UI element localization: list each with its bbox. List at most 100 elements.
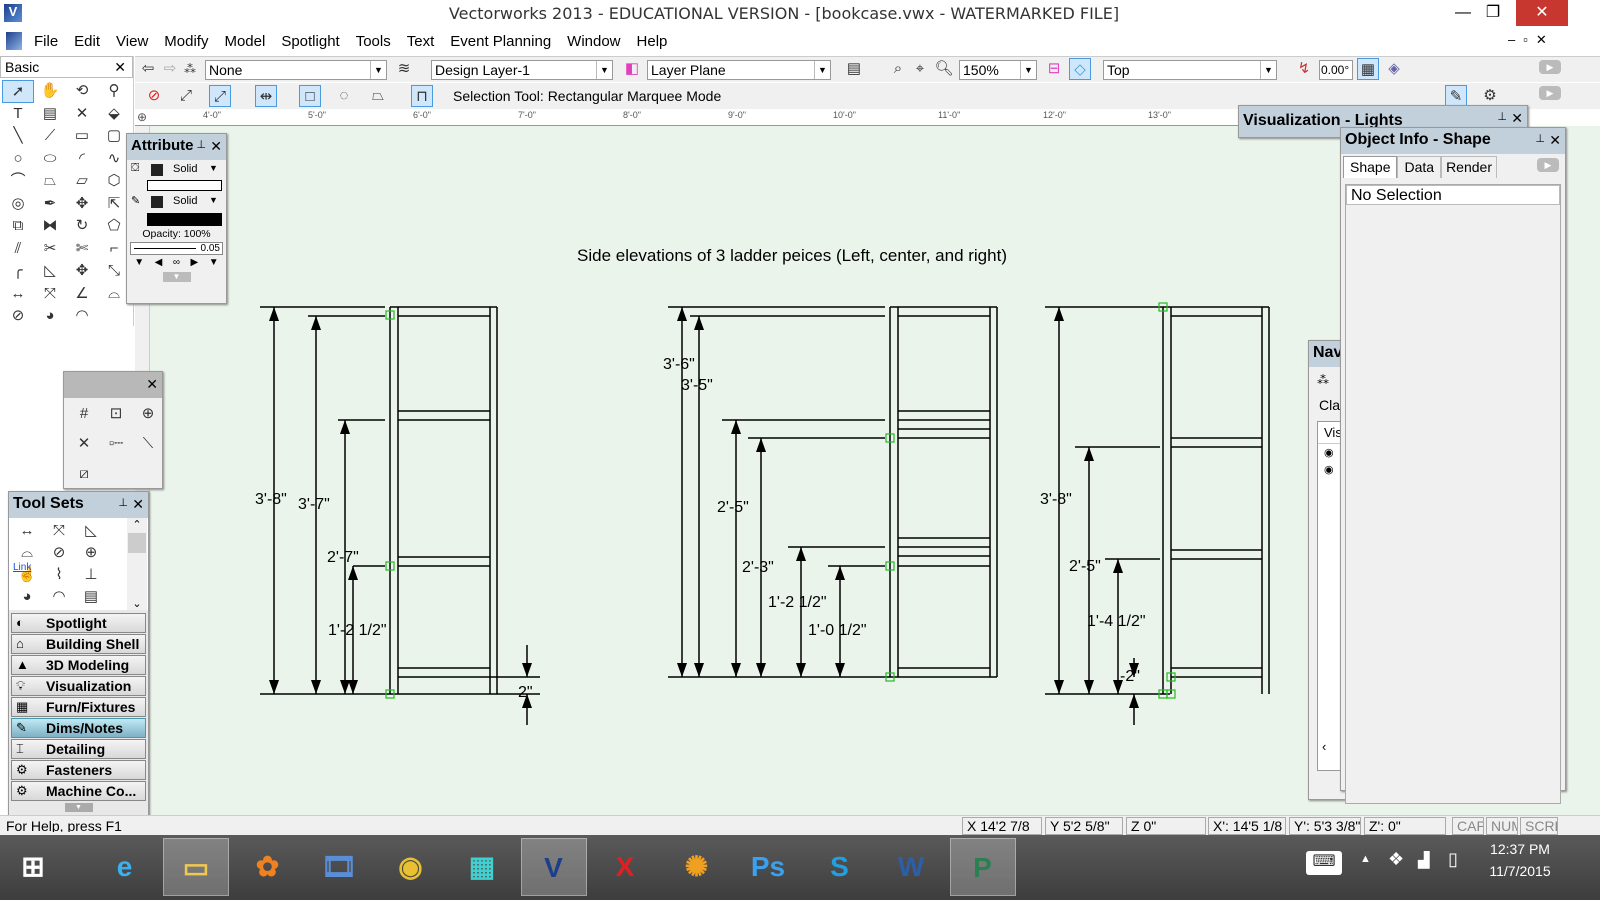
double-line-icon[interactable]: ⟋ xyxy=(34,125,66,148)
polygon-icon[interactable]: ⏢ xyxy=(34,170,66,193)
taskbar-vectorworks-icon[interactable]: V xyxy=(520,838,587,896)
angular-dim-icon[interactable]: ⤧ xyxy=(34,283,66,306)
chamfer-icon[interactable]: ◺ xyxy=(34,260,66,283)
arc-icon[interactable]: ◜ xyxy=(66,148,98,171)
pan-icon[interactable]: ✋ xyxy=(34,80,66,103)
snap-distance-icon[interactable]: ✕ xyxy=(68,432,100,456)
close-icon[interactable]: ✕ xyxy=(210,138,222,155)
split-icon[interactable]: ✄ xyxy=(66,238,98,261)
collapse-icon[interactable]: ▼ xyxy=(64,803,93,812)
protractor-icon[interactable]: ◠ xyxy=(66,305,98,328)
oval-icon[interactable]: ⬭ xyxy=(34,148,66,171)
end-marker-dropdown-icon[interactable]: ▼ xyxy=(209,257,219,268)
protractor-icon[interactable]: ◠ xyxy=(43,586,75,608)
center-mark-icon[interactable]: ⊕ xyxy=(75,542,107,564)
start-marker-dropdown-icon[interactable]: ▼ xyxy=(134,257,144,268)
tool-set-spotlight[interactable]: ◐ Spotlight xyxy=(11,613,146,633)
show-hidden-icons[interactable]: ▲ xyxy=(1360,853,1371,865)
move-icon[interactable]: ✥ xyxy=(66,260,98,283)
double-polygon-icon[interactable]: ⏥ xyxy=(66,170,98,193)
pin-icon[interactable]: ⊥ xyxy=(118,496,128,509)
tool-sets-scrollbar[interactable]: ⌃ ⌄ xyxy=(127,518,147,610)
chain-dim-icon[interactable]: ⌓ xyxy=(11,542,43,564)
scroll-up-icon[interactable]: ⌃ xyxy=(127,518,147,531)
taskbar-chrome-icon[interactable]: ◉ xyxy=(378,838,444,896)
tool-set-furn-fixtures[interactable]: ▦ Furn/Fixtures xyxy=(11,697,146,717)
start-arrowhead-icon[interactable]: ◀ xyxy=(155,257,163,268)
chevron-down-icon[interactable]: ▼ xyxy=(209,195,218,205)
zoom-icon[interactable]: ⚲ xyxy=(98,80,130,103)
tool-set-dims-notes[interactable]: ✎ Dims/Notes xyxy=(11,718,146,738)
offset-icon[interactable]: ⫽ xyxy=(2,238,34,261)
flyover-icon[interactable]: ⟲ xyxy=(66,80,98,103)
taskbar-app-orange-icon[interactable]: ✺ xyxy=(664,838,730,896)
scroll-left-icon[interactable]: ‹ xyxy=(1322,739,1326,754)
circle-icon[interactable]: ○ xyxy=(2,148,34,171)
dimension-icon[interactable]: ↔ xyxy=(2,283,34,306)
selection-icon[interactable]: ➚ xyxy=(2,80,34,103)
end-arrowhead-icon[interactable]: ▶ xyxy=(191,257,199,268)
rectangle-icon[interactable]: ▭ xyxy=(66,125,98,148)
expand-icon[interactable]: ▶ xyxy=(1537,158,1559,172)
pen-row[interactable]: ✎ Solid ▼ xyxy=(127,191,226,213)
taskbar-movie-maker-icon[interactable]: 🎞 xyxy=(306,838,372,896)
snap-tangent-icon[interactable]: ▫┄ xyxy=(100,432,132,456)
eyedropper-icon[interactable]: ✒ xyxy=(34,193,66,216)
snapping-palette-header[interactable]: ✕ xyxy=(64,372,162,398)
spiral-icon[interactable]: ◎ xyxy=(2,193,34,216)
line-weight-field[interactable]: 0.05 xyxy=(130,242,223,255)
clip-icon[interactable]: ⧉ xyxy=(2,215,34,238)
attribute-palette-header[interactable]: Attribute ⊥ ✕ xyxy=(127,134,226,160)
taskbar-start-icon[interactable]: ⊞ xyxy=(0,838,66,896)
break-line-icon[interactable]: ⌇ xyxy=(43,564,75,586)
pin-icon[interactable]: ⊥ xyxy=(1535,132,1545,145)
clock[interactable]: 12:37 PM 11/7/2015 xyxy=(1480,841,1560,879)
rotate-icon[interactable]: ↻ xyxy=(66,215,98,238)
arc-dim-icon[interactable]: ◺ xyxy=(75,520,107,542)
opacity-label[interactable]: Opacity: 100% xyxy=(127,228,226,240)
scroll-down-icon[interactable]: ⌄ xyxy=(127,597,147,610)
snap-intersection-icon[interactable]: ⊕ xyxy=(132,402,164,426)
pen-style[interactable]: Solid xyxy=(173,195,197,207)
pin-icon[interactable]: ⊥ xyxy=(1497,110,1507,123)
taskbar-project-icon[interactable]: P xyxy=(949,838,1016,896)
keyboard-icon[interactable]: ⌨ xyxy=(1306,851,1342,875)
tool-set-machine-co-[interactable]: ⚙ Machine Co... xyxy=(11,781,146,801)
tab-data[interactable]: Data xyxy=(1397,156,1442,178)
taskbar-word-icon[interactable]: W xyxy=(878,838,944,896)
taskbar-app-blocks-icon[interactable]: ▦ xyxy=(449,838,515,896)
taskbar-photo-gallery-icon[interactable]: ✿ xyxy=(235,838,301,896)
callout-icon[interactable]: ▤ xyxy=(75,586,107,608)
line-icon[interactable]: ╲ xyxy=(2,125,34,148)
signal-icon[interactable]: ▟ xyxy=(1418,851,1430,869)
dimension-icon[interactable]: ↔ xyxy=(11,520,43,542)
fill-color-swatch[interactable] xyxy=(151,164,163,176)
object-info-header[interactable]: Object Info - Shape ⊥ ✕ xyxy=(1341,128,1565,154)
tab-shape[interactable]: Shape xyxy=(1343,156,1398,178)
polyline-icon[interactable]: ⌒ xyxy=(2,170,34,193)
snap-surface-icon[interactable]: ⟍ xyxy=(132,432,164,456)
close-icon[interactable]: ✕ xyxy=(146,376,158,393)
taskbar-internet-explorer-icon[interactable]: e xyxy=(92,838,158,896)
symbol-insert-icon[interactable]: ⬙ xyxy=(98,103,130,126)
collapse-icon[interactable]: ▼ xyxy=(162,272,191,282)
dropbox-icon[interactable]: ❖ xyxy=(1388,849,1404,870)
tape-measure-icon[interactable]: ◕ xyxy=(34,305,66,328)
link-icon[interactable]: ∞ xyxy=(173,257,180,268)
snap-grid-icon[interactable]: # xyxy=(68,402,100,426)
tool-set-visualization[interactable]: 💡︎ Visualization xyxy=(11,676,146,696)
tape-measure-icon[interactable]: ◕ xyxy=(11,586,43,608)
text-icon[interactable]: T xyxy=(2,103,34,126)
close-icon[interactable]: ✕ xyxy=(114,59,126,76)
fill-row[interactable]: ⛋ Solid ▼ xyxy=(127,160,226,180)
taskbar-acrobat-icon[interactable]: X xyxy=(592,838,658,896)
datum-icon[interactable]: ⊥ xyxy=(75,564,107,586)
close-icon[interactable]: ✕ xyxy=(132,496,144,513)
snap-object-icon[interactable]: ⊡ xyxy=(100,402,132,426)
angular-dim-icon[interactable]: ⤧ xyxy=(43,520,75,542)
hyperlink-icon[interactable]: ☝ Link xyxy=(11,562,43,586)
close-icon[interactable]: ✕ xyxy=(1511,110,1523,127)
tool-sets-header[interactable]: Tool Sets ⊥ ✕ xyxy=(9,492,148,518)
radial-dim-icon[interactable]: ⊘ xyxy=(2,305,34,328)
attribute-mapping-icon[interactable]: ✥ xyxy=(66,193,98,216)
